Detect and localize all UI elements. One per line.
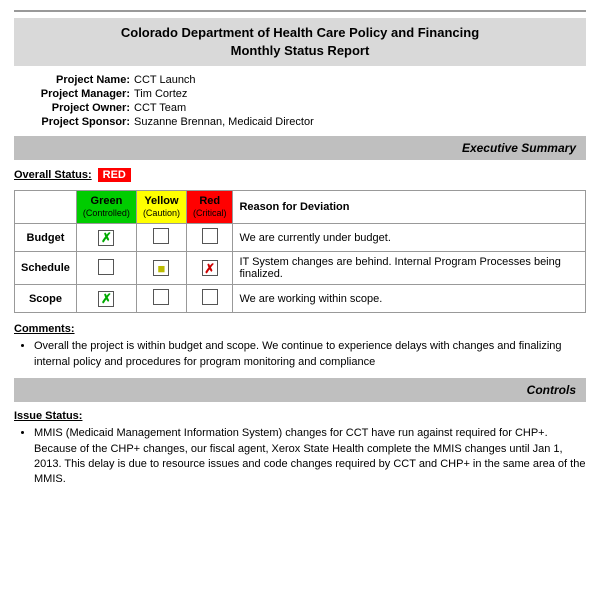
reason-cell-2: We are working within scope. [233, 285, 586, 313]
green-empty-icon [98, 259, 114, 275]
report-title: Colorado Department of Health Care Polic… [24, 24, 576, 60]
top-border [14, 10, 586, 12]
project-owner-value: CCT Team [134, 102, 186, 114]
red-empty-icon [202, 228, 218, 244]
issue-status-section: Issue Status: MMIS (Medicaid Management … [14, 410, 586, 488]
red-empty-icon [202, 289, 218, 305]
header-box: Colorado Department of Health Care Polic… [14, 18, 586, 66]
overall-status-value: RED [98, 168, 131, 182]
yellow-check-icon: ■ [153, 260, 169, 276]
red-cell-0 [186, 224, 233, 252]
issue-list: MMIS (Medicaid Management Information Sy… [14, 426, 586, 488]
project-info: Project Name: CCT Launch Project Manager… [14, 74, 586, 128]
project-manager-value: Tim Cortez [134, 88, 187, 100]
overall-status-label: Overall Status: [14, 169, 92, 181]
overall-status: Overall Status: RED [14, 168, 586, 182]
green-cell-2: ✗ [76, 285, 136, 313]
comments-section: Comments: Overall the project is within … [14, 323, 586, 370]
yellow-cell-0 [136, 224, 186, 252]
red-cell-2 [186, 285, 233, 313]
green-cell-0: ✗ [76, 224, 136, 252]
th-red: Red (Critical) [186, 191, 233, 224]
yellow-empty-icon [153, 228, 169, 244]
project-name-row: Project Name: CCT Launch [14, 74, 586, 86]
red-check-icon: ✗ [202, 260, 218, 276]
reason-cell-0: We are currently under budget. [233, 224, 586, 252]
green-check-icon: ✗ [98, 230, 114, 246]
issue-item: MMIS (Medicaid Management Information Sy… [34, 426, 586, 488]
row-label-schedule: Schedule [15, 252, 77, 285]
yellow-empty-icon [153, 289, 169, 305]
row-label-scope: Scope [15, 285, 77, 313]
th-green: Green (Controlled) [76, 191, 136, 224]
red-cell-1: ✗ [186, 252, 233, 285]
th-empty [15, 191, 77, 224]
th-yellow: Yellow (Caution) [136, 191, 186, 224]
controls-bar: Controls [14, 378, 586, 402]
yellow-cell-2 [136, 285, 186, 313]
project-owner-row: Project Owner: CCT Team [14, 102, 586, 114]
status-table: Green (Controlled) Yellow (Caution) Red … [14, 190, 586, 313]
executive-summary-bar: Executive Summary [14, 136, 586, 160]
project-owner-label: Project Owner: [14, 102, 134, 114]
issue-status-label: Issue Status: [14, 410, 586, 422]
th-deviation: Reason for Deviation [233, 191, 586, 224]
reason-cell-1: IT System changes are behind. Internal P… [233, 252, 586, 285]
project-sponsor-value: Suzanne Brennan, Medicaid Director [134, 116, 314, 128]
project-name-label: Project Name: [14, 74, 134, 86]
comments-label: Comments: [14, 323, 586, 335]
project-manager-label: Project Manager: [14, 88, 134, 100]
row-label-budget: Budget [15, 224, 77, 252]
green-check-icon: ✗ [98, 291, 114, 307]
green-cell-1 [76, 252, 136, 285]
comment-item: Overall the project is within budget and… [34, 339, 586, 370]
project-name-value: CCT Launch [134, 74, 196, 86]
project-sponsor-label: Project Sponsor: [14, 116, 134, 128]
comments-list: Overall the project is within budget and… [14, 339, 586, 370]
project-manager-row: Project Manager: Tim Cortez [14, 88, 586, 100]
yellow-cell-1: ■ [136, 252, 186, 285]
project-sponsor-row: Project Sponsor: Suzanne Brennan, Medica… [14, 116, 586, 128]
